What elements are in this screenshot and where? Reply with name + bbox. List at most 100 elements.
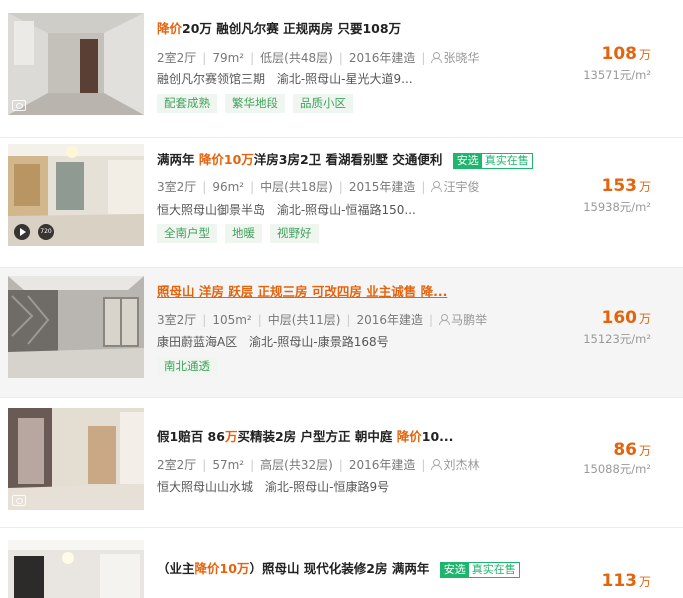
title-text: （业主: [157, 561, 195, 576]
feature-tag: 地暖: [225, 224, 262, 243]
agent-name[interactable]: 汪宇俊: [443, 180, 479, 194]
listing-address: 恒大照母山山水城 渝北-照母山-恒康路9号: [157, 478, 389, 495]
listing-address: 康田蔚蓝海A区 渝北-照母山-康景路168号: [157, 333, 389, 350]
community-link[interactable]: 融创凡尔赛领馆三期: [157, 72, 265, 86]
year-text: 2016年建造: [348, 51, 416, 65]
listing-item-4[interactable]: 假1赔百 86万买精装2房 户型方正 朝中庭 降价10... 2室2厅 | 57m²…: [0, 398, 683, 528]
price-value: 153: [601, 176, 637, 196]
title-highlight: 万: [224, 429, 238, 444]
area-text: 96m²: [212, 180, 245, 194]
listing-meta: 2室2厅 | 57m² | 高层(共32层) | 2016年建造 | 刘杰林: [157, 458, 480, 472]
listing-photo[interactable]: [8, 540, 144, 598]
layout-text: 2室2厅: [157, 51, 197, 65]
listing-item-1[interactable]: 降价20万 融创凡尔赛 正规两房 只要108万 2室2厅 | 79m² | 低层(共48…: [0, 10, 683, 138]
feature-tags: 配套成熟 繁华地段 品质小区: [157, 94, 361, 113]
area-text: 105m²: [212, 313, 252, 327]
listing-meta: 2室2厅 | 79m² | 低层(共48层) | 2016年建造 | 张晓华: [157, 51, 480, 65]
price-value: 86: [613, 440, 637, 460]
year-text: 2015年建造: [348, 180, 416, 194]
anxuan-tag: 安选: [440, 562, 469, 577]
location-text: 渝北-照母山-星光大道9...: [276, 72, 413, 86]
total-price: 113 万: [601, 571, 651, 591]
title-text: 满两年: [157, 152, 199, 167]
location-text: 渝北-照母山-恒康路9号: [264, 480, 390, 494]
verified-badge: 安选 真实在售: [439, 561, 520, 578]
year-text: 2016年建造: [356, 313, 424, 327]
listing-meta: 3室2厅 | 96m² | 中层(共18层) | 2015年建造 | 汪宇俊: [157, 180, 480, 194]
area-text: 79m²: [212, 51, 245, 65]
listing-photo[interactable]: [8, 408, 144, 510]
layout-text: 3室2厅: [157, 313, 197, 327]
title-highlight: 降价: [157, 21, 183, 36]
agent-name[interactable]: 马鹏举: [451, 313, 487, 327]
real-sale-tag: 真实在售: [471, 562, 516, 576]
feature-tag: 南北通透: [157, 357, 217, 376]
room-photo-image: [8, 276, 144, 378]
feature-tag: 配套成熟: [157, 94, 217, 113]
feature-tags: 南北通透: [157, 357, 225, 376]
real-sale-tag: 真实在售: [484, 153, 529, 167]
agent-name[interactable]: 刘杰林: [443, 458, 479, 472]
unit-price: 13571元/m²: [583, 68, 651, 82]
feature-tag: 繁华地段: [225, 94, 285, 113]
title-highlight: 降价: [198, 152, 224, 167]
listing-title[interactable]: 照母山 洋房 跃层 正规三房 可改四房 业主诚售 降...: [157, 281, 447, 300]
price-unit: 万: [638, 312, 651, 326]
total-price: 108 万: [601, 44, 651, 64]
layout-text: 2室2厅: [157, 458, 197, 472]
room-photo-image: [8, 540, 144, 598]
room-photo-image: [8, 13, 144, 115]
feature-tag: 视野好: [270, 224, 319, 243]
price-unit: 万: [638, 48, 651, 62]
title-text: ）照母山 现代化装修2房 满两年: [249, 561, 430, 576]
unit-price: 15938元/m²: [583, 200, 651, 214]
title-highlight: 降价: [396, 429, 422, 444]
total-price: 86 万: [613, 440, 651, 460]
year-text: 2016年建造: [348, 458, 416, 472]
title-text: 20万 融创凡尔赛 正规两房 只要108万: [182, 21, 402, 36]
price-unit: 万: [638, 180, 651, 194]
photo-count-icon: [12, 100, 26, 111]
title-highlight: 降价: [194, 561, 220, 576]
listing-item-3[interactable]: 照母山 洋房 跃层 正规三房 可改四房 业主诚售 降... 3室2厅 | 105m²…: [0, 268, 683, 398]
feature-tags: 全南户型 地暖 视野好: [157, 224, 327, 243]
floor-text: 中层(共18层): [260, 180, 333, 194]
title-highlight: 10万: [219, 561, 250, 576]
location-text: 渝北-照母山-康景路168号: [249, 335, 389, 349]
room-photo-image: [8, 408, 144, 510]
listing-title[interactable]: 满两年 降价10万洋房3房2卫 看湖看别墅 交通便利 安选 真实在售: [157, 149, 533, 169]
listing-photo[interactable]: [8, 13, 144, 115]
listing-meta: 3室2厅 | 105m² | 中层(共11层) | 2016年建造 | 马鹏举: [157, 313, 488, 327]
photo-count-icon: [12, 495, 26, 506]
price-unit: 万: [638, 575, 651, 589]
price-value: 108: [601, 44, 637, 64]
agent-icon: [431, 181, 443, 192]
listing-photo[interactable]: 720: [8, 144, 144, 246]
community-link[interactable]: 恒大照母山山水城: [157, 480, 253, 494]
listing-item-5[interactable]: （业主降价10万）照母山 现代化装修2房 满两年 安选 真实在售 113 万: [0, 528, 683, 598]
community-link[interactable]: 恒大照母山御景半岛: [157, 203, 265, 217]
title-text: 洋房3房2卫 看湖看别墅 交通便利: [253, 152, 443, 167]
listing-title[interactable]: 假1赔百 86万买精装2房 户型方正 朝中庭 降价10...: [157, 426, 453, 445]
video-play-icon[interactable]: [14, 224, 30, 240]
vr-720-icon[interactable]: 720: [38, 224, 54, 240]
title-text: 假1赔百 86: [157, 429, 225, 444]
location-text: 渝北-照母山-恒福路150...: [276, 203, 416, 217]
listing-title[interactable]: 降价20万 融创凡尔赛 正规两房 只要108万: [157, 18, 401, 37]
community-link[interactable]: 康田蔚蓝海A区: [157, 335, 237, 349]
price-value: 160: [601, 308, 637, 328]
agent-icon: [439, 314, 451, 325]
title-text: 10...: [421, 429, 454, 444]
listing-title[interactable]: （业主降价10万）照母山 现代化装修2房 满两年 安选 真实在售: [157, 558, 520, 578]
agent-name[interactable]: 张晓华: [443, 51, 479, 65]
listing-item-2[interactable]: 720 满两年 降价10万洋房3房2卫 看湖看别墅 交通便利 安选 真实在售 3室…: [0, 138, 683, 268]
verified-badge: 安选 真实在售: [452, 152, 533, 169]
title-text: 买精装2房 户型方正 朝中庭: [237, 429, 397, 444]
layout-text: 3室2厅: [157, 180, 197, 194]
listing-address: 融创凡尔赛领馆三期 渝北-照母山-星光大道9...: [157, 70, 413, 87]
total-price: 160 万: [601, 308, 651, 328]
agent-icon: [431, 52, 443, 63]
listing-photo[interactable]: [8, 276, 144, 378]
unit-price: 15123元/m²: [583, 332, 651, 346]
anxuan-tag: 安选: [453, 153, 482, 168]
